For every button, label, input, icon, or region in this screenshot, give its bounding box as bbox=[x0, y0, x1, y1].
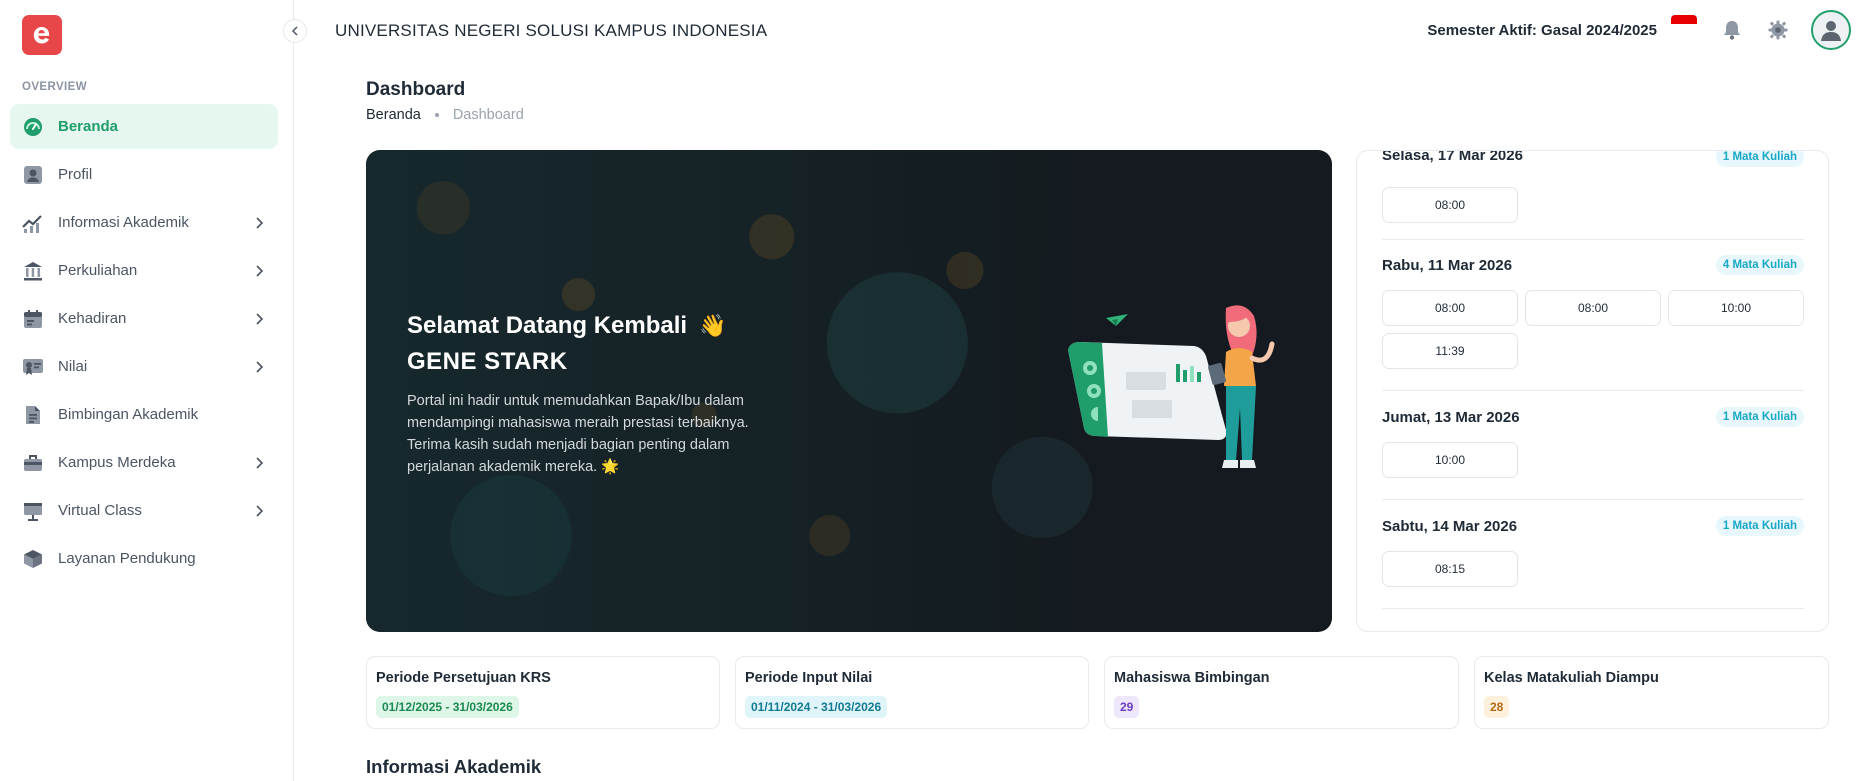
dashboard-illustration bbox=[1068, 305, 1275, 468]
schedule-time-slot[interactable]: 08:00 bbox=[1382, 290, 1518, 326]
schedule-day-badge: 1 Mata Kuliah bbox=[1715, 407, 1804, 427]
stat-card-title: Periode Persetujuan KRS bbox=[376, 670, 551, 686]
sidebar-item-perkuliahan[interactable]: Perkuliahan bbox=[10, 248, 278, 293]
app-logo[interactable] bbox=[22, 15, 62, 55]
sidebar-item-label: Bimbingan Akademik bbox=[58, 406, 199, 423]
sidebar-item-beranda[interactable]: Beranda bbox=[10, 104, 278, 149]
stat-card-advisees[interactable]: Mahasiswa Bimbingan 29 bbox=[1104, 656, 1459, 729]
stat-card-krs-approval[interactable]: Periode Persetujuan KRS 01/12/2025 - 31/… bbox=[366, 656, 720, 729]
schedule-time-slot[interactable]: 08:00 bbox=[1382, 187, 1518, 223]
presentation-icon bbox=[22, 500, 44, 522]
greeting-text: Selamat Datang Kembali bbox=[407, 312, 688, 339]
stat-card-value: 01/11/2024 - 31/03/2026 bbox=[745, 696, 888, 718]
sidebar-item-bimbingan-akademik[interactable]: Bimbingan Akademik bbox=[10, 392, 278, 437]
welcome-text: Selamat Datang Kembali 👋 GENE STARK Port… bbox=[407, 308, 787, 478]
calendar-icon bbox=[22, 308, 44, 330]
sidebar-item-label: Informasi Akademik bbox=[58, 214, 189, 231]
user-icon bbox=[1821, 21, 1841, 41]
stat-card-grade-input[interactable]: Periode Input Nilai 01/11/2024 - 31/03/2… bbox=[735, 656, 1089, 729]
breadcrumb: Beranda Dashboard bbox=[366, 107, 524, 123]
breadcrumb-current: Dashboard bbox=[452, 107, 524, 123]
welcome-banner: Selamat Datang Kembali 👋 GENE STARK Port… bbox=[366, 150, 1332, 632]
chevron-right-icon bbox=[252, 216, 266, 230]
schedule-day-badge: 1 Mata Kuliah bbox=[1715, 516, 1804, 536]
sidebar-item-kehadiran[interactable]: Kehadiran bbox=[10, 296, 278, 341]
sidebar-item-label: Nilai bbox=[58, 358, 88, 375]
building-icon bbox=[22, 260, 44, 282]
user-avatar[interactable] bbox=[1811, 10, 1851, 50]
document-icon bbox=[22, 404, 44, 426]
welcome-description: Portal ini hadir untuk memudahkan Bapak/… bbox=[407, 393, 749, 475]
sidebar-item-label: Kampus Merdeka bbox=[58, 454, 176, 471]
sidebar-item-label: Layanan Pendukung bbox=[58, 550, 196, 567]
active-semester: Semester Aktif: Gasal 2024/2025 bbox=[1427, 21, 1657, 39]
stat-card-value: 28 bbox=[1484, 696, 1510, 718]
chevron-right-icon bbox=[252, 504, 266, 518]
stat-card-title: Periode Input Nilai bbox=[745, 670, 873, 686]
schedule-day-badge: 1 Mata Kuliah bbox=[1715, 151, 1804, 167]
sidebar-item-label: Virtual Class bbox=[58, 502, 142, 519]
sidebar-item-label: Kehadiran bbox=[58, 310, 127, 327]
sidebar: OVERVIEW Beranda Profil Informasi Akadem… bbox=[0, 0, 294, 781]
schedule-time-slot[interactable]: 08:00 bbox=[1525, 290, 1661, 326]
trend-chart-icon bbox=[22, 212, 44, 234]
speedometer-icon bbox=[22, 116, 44, 138]
sidebar-item-informasi-akademik[interactable]: Informasi Akademik bbox=[10, 200, 278, 245]
chevron-right-icon bbox=[252, 264, 266, 278]
chevron-right-icon bbox=[252, 360, 266, 374]
gear-icon[interactable] bbox=[1765, 17, 1791, 43]
section-title-informasi-akademik: Informasi Akademik bbox=[366, 756, 542, 777]
sidebar-item-label: Beranda bbox=[58, 118, 119, 135]
page-title: Dashboard bbox=[366, 79, 466, 100]
user-card-icon bbox=[22, 164, 44, 186]
header-actions: Semester Aktif: Gasal 2024/2025 bbox=[1427, 0, 1873, 60]
chevron-right-icon bbox=[252, 456, 266, 470]
sidebar-section-label: OVERVIEW bbox=[22, 81, 87, 93]
sidebar-collapse-button[interactable] bbox=[283, 19, 307, 43]
sidebar-item-label: Perkuliahan bbox=[58, 262, 138, 279]
box-icon bbox=[22, 548, 44, 570]
indonesia-flag-icon[interactable] bbox=[1671, 15, 1697, 33]
breadcrumb-home-link[interactable]: Beranda bbox=[366, 107, 421, 123]
stat-card-value: 29 bbox=[1114, 696, 1140, 718]
schedule-time-slot[interactable]: 11:39 bbox=[1382, 333, 1518, 369]
stat-card-title: Kelas Matakuliah Diampu bbox=[1484, 670, 1659, 686]
breadcrumb-separator bbox=[434, 113, 439, 117]
bell-icon[interactable] bbox=[1719, 17, 1745, 43]
sidebar-item-kampus-merdeka[interactable]: Kampus Merdeka bbox=[10, 440, 278, 485]
logo-e-icon bbox=[33, 27, 50, 44]
schedule-time-slot[interactable]: 08:15 bbox=[1382, 551, 1518, 587]
schedule-day-badge: 4 Mata Kuliah bbox=[1715, 255, 1804, 275]
stat-card-classes-taught[interactable]: Kelas Matakuliah Diampu 28 bbox=[1474, 656, 1829, 729]
chevron-right-icon bbox=[252, 312, 266, 326]
sidebar-item-virtual-class[interactable]: Virtual Class bbox=[10, 488, 278, 533]
schedule-day-date: Rabu, 11 Mar 2026 bbox=[1382, 257, 1513, 274]
university-title: UNIVERSITAS NEGERI SOLUSI KAMPUS INDONES… bbox=[335, 21, 768, 40]
wave-emoji: 👋 bbox=[699, 313, 727, 338]
sidebar-item-profil[interactable]: Profil bbox=[10, 152, 278, 197]
schedule-divider bbox=[1382, 608, 1804, 609]
schedule-divider bbox=[1382, 499, 1804, 500]
schedule-divider bbox=[1382, 390, 1804, 391]
schedule-panel[interactable]: Selasa, 17 Mar 2026 1 Mata Kuliah 08:00 … bbox=[1356, 150, 1829, 632]
chevron-left-icon bbox=[291, 26, 298, 36]
schedule-day-date: Jumat, 13 Mar 2026 bbox=[1382, 409, 1520, 426]
schedule-day-date: Sabtu, 14 Mar 2026 bbox=[1382, 518, 1518, 535]
schedule-day-date: Selasa, 17 Mar 2026 bbox=[1382, 150, 1523, 164]
briefcase-icon bbox=[22, 452, 44, 474]
welcome-greeting: Selamat Datang Kembali 👋 bbox=[407, 308, 787, 344]
stat-card-value: 01/12/2025 - 31/03/2026 bbox=[376, 696, 519, 718]
stat-card-title: Mahasiswa Bimbingan bbox=[1114, 670, 1270, 686]
sidebar-item-nilai[interactable]: Nilai bbox=[10, 344, 278, 389]
schedule-time-slot[interactable]: 10:00 bbox=[1382, 442, 1518, 478]
sidebar-nav: Beranda Profil Informasi Akademik Perkul… bbox=[10, 104, 278, 584]
sidebar-item-label: Profil bbox=[58, 166, 93, 183]
grade-certificate-icon bbox=[22, 356, 44, 378]
schedule-time-slot[interactable]: 10:00 bbox=[1668, 290, 1804, 326]
user-name: GENE STARK bbox=[407, 348, 568, 375]
schedule-divider bbox=[1382, 239, 1804, 240]
sidebar-item-layanan-pendukung[interactable]: Layanan Pendukung bbox=[10, 536, 278, 581]
